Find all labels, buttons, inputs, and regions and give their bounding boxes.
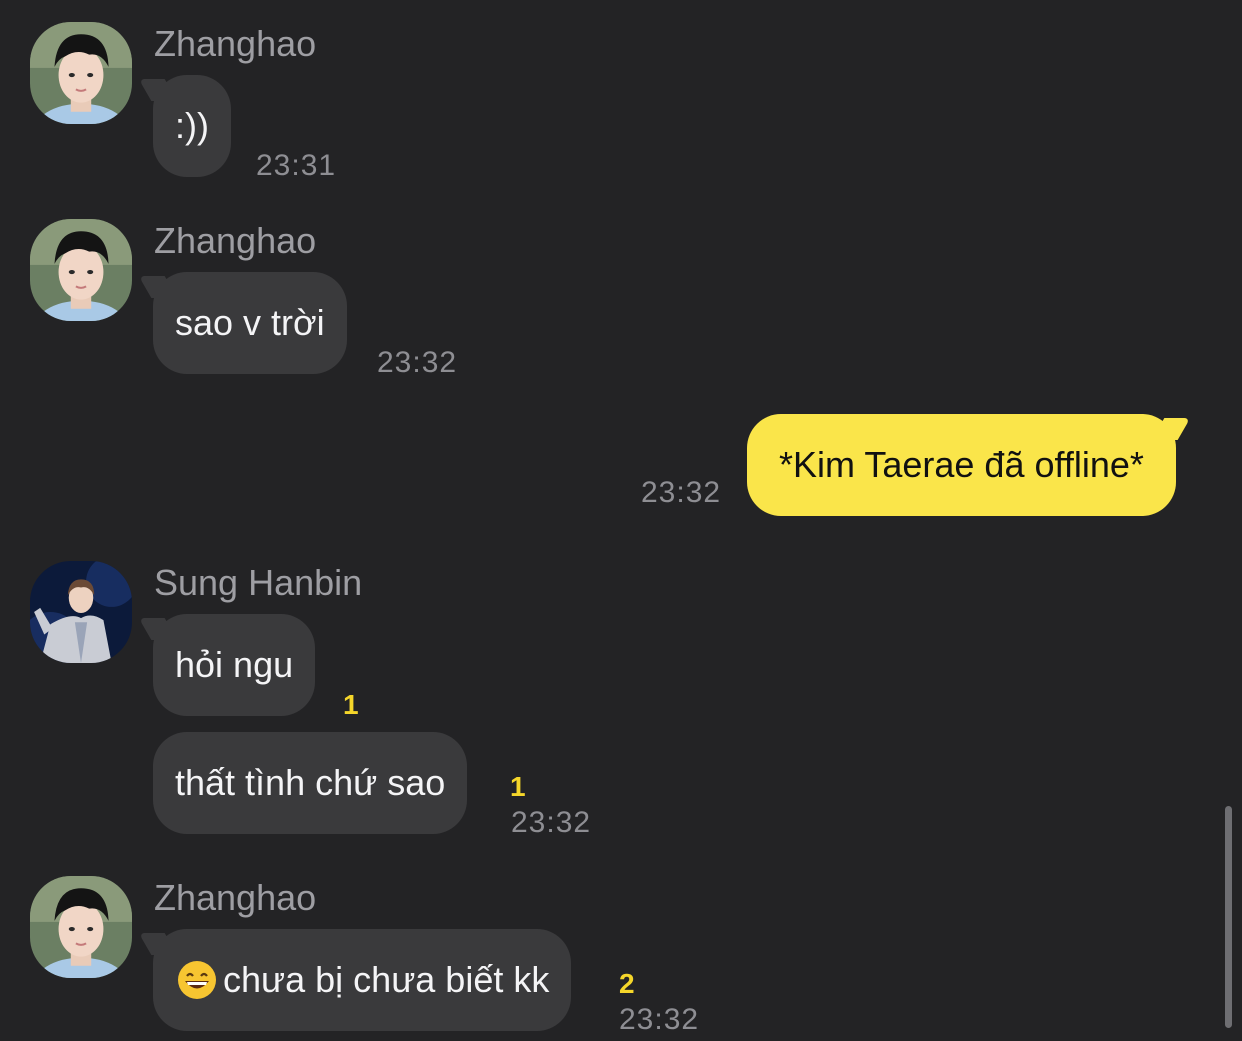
- message-bubble[interactable]: thất tình chứ sao: [153, 732, 468, 834]
- message-timestamp: 23:32: [511, 806, 592, 839]
- message-bubble[interactable]: sao v trời: [153, 272, 347, 374]
- message-timestamp: 23:32: [619, 1003, 700, 1036]
- outgoing-message-bubble[interactable]: *Kim Taerae đã offline*: [747, 414, 1176, 516]
- avatar-zhanghao-image: [30, 22, 132, 124]
- avatar-zhanghao[interactable]: [30, 22, 132, 124]
- message-bubble[interactable]: chưa bị chưa biết kk: [153, 929, 572, 1031]
- unread-count: 2: [619, 968, 635, 999]
- avatar-zhanghao[interactable]: [30, 876, 132, 978]
- grinning-face-icon: [177, 960, 217, 1000]
- message-bubble[interactable]: :)): [153, 75, 231, 177]
- avatar-sung-hanbin-image: [30, 561, 132, 663]
- sender-name: Sung Hanbin: [154, 562, 363, 603]
- avatar-zhanghao-image: [30, 876, 132, 978]
- sender-name: Zhanghao: [154, 220, 317, 261]
- scrollbar[interactable]: [1225, 806, 1232, 1028]
- avatar-zhanghao-image: [30, 219, 132, 321]
- sender-name: Zhanghao: [154, 877, 317, 918]
- message-timestamp: 23:31: [256, 149, 337, 182]
- unread-count: 1: [510, 771, 526, 802]
- message-text: chưa bị chưa biết kk: [223, 959, 550, 1000]
- message-bubble[interactable]: hỏi ngu: [153, 614, 316, 716]
- sender-name: Zhanghao: [154, 23, 317, 64]
- message-timestamp: 23:32: [641, 476, 722, 509]
- avatar-sung-hanbin[interactable]: [30, 561, 132, 663]
- avatar-zhanghao[interactable]: [30, 219, 132, 321]
- message-timestamp: 23:32: [377, 346, 458, 379]
- unread-count: 1: [343, 689, 359, 720]
